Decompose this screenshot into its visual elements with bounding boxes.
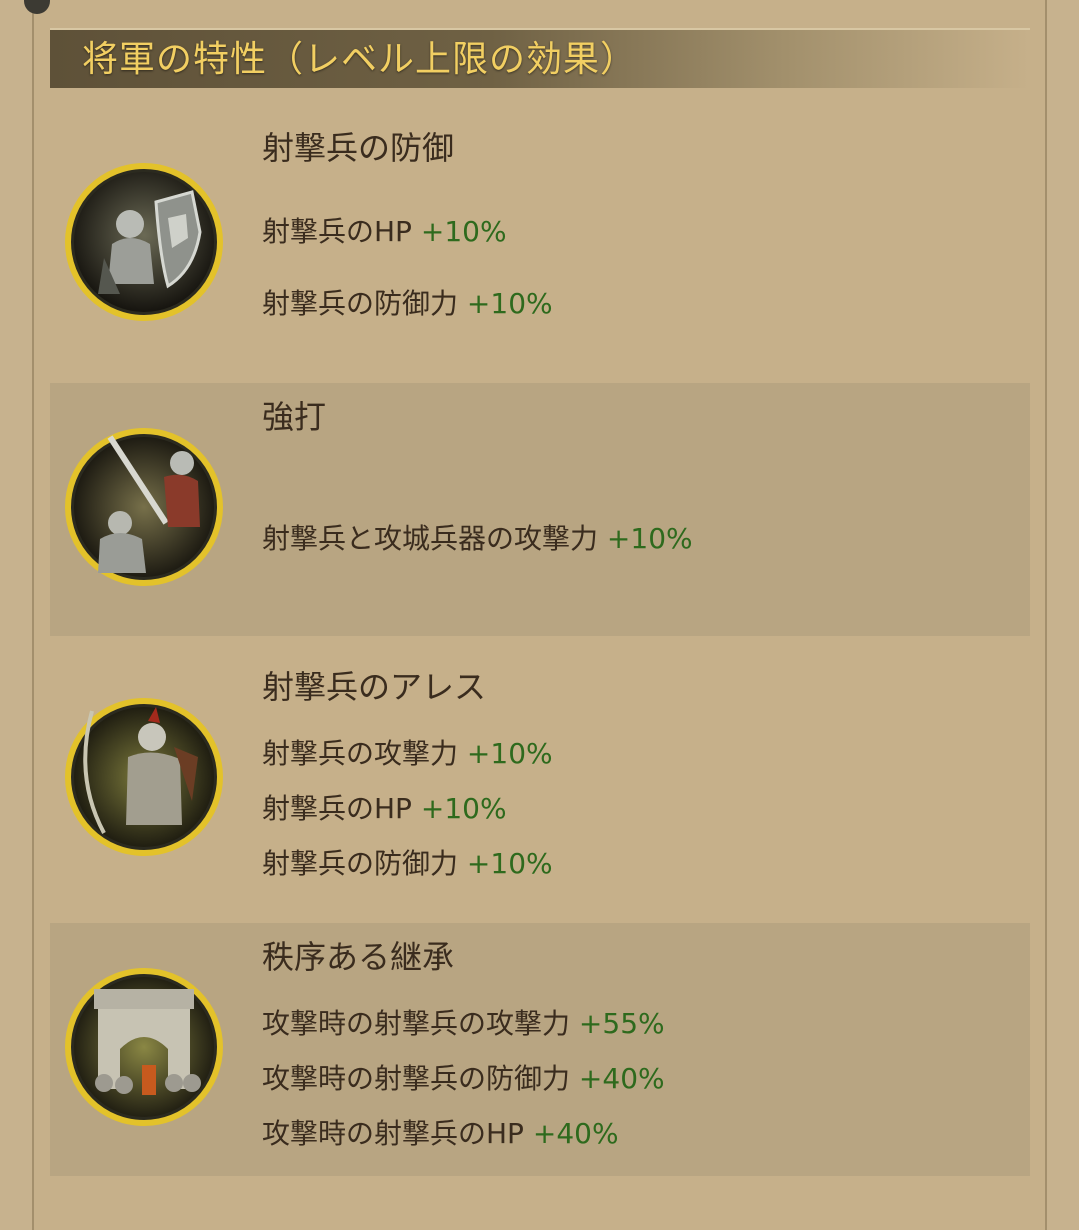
effect-label: 射撃兵のHP	[262, 792, 412, 825]
trait-name: 強打	[262, 398, 327, 436]
effect-bonus: +10%	[606, 522, 693, 555]
corner-ornament	[24, 0, 50, 14]
effect-bonus: +10%	[420, 215, 507, 248]
trait-name: 秩序ある継承	[262, 938, 455, 976]
effect-label: 射撃兵の防御力	[262, 847, 459, 880]
arch-monument-icon	[64, 967, 224, 1127]
trait-name: 射撃兵のアレス	[262, 668, 487, 706]
trait-row-4[interactable]: 秩序ある継承 攻撃時の射撃兵の攻撃力 +55% 攻撃時の射撃兵の防御力 +40%…	[50, 923, 1030, 1176]
trait-effect: 攻撃時の射撃兵のHP +40%	[262, 1116, 619, 1152]
trait-effect: 射撃兵のHP +10%	[262, 791, 507, 827]
effect-label: 攻撃時の射撃兵の攻撃力	[262, 1007, 571, 1040]
sword-knight-icon	[64, 427, 224, 587]
archer-knight-icon	[64, 697, 224, 857]
trait-row-2[interactable]: 強打 射撃兵と攻城兵器の攻撃力 +10%	[50, 383, 1030, 636]
trait-effect: 射撃兵の攻撃力 +10%	[262, 736, 553, 772]
effect-label: 射撃兵の攻撃力	[262, 737, 459, 770]
section-title: 将軍の特性（レベル上限の効果）	[82, 39, 638, 80]
shield-knight-icon	[64, 162, 224, 322]
trait-row-3[interactable]: 射撃兵のアレス 射撃兵の攻撃力 +10% 射撃兵のHP +10% 射撃兵の防御力…	[50, 653, 1030, 908]
effect-bonus: +55%	[578, 1007, 665, 1040]
trait-effect: 攻撃時の射撃兵の防御力 +40%	[262, 1061, 665, 1097]
effect-label: 射撃兵のHP	[262, 215, 412, 248]
effect-bonus: +40%	[578, 1062, 665, 1095]
trait-effect: 攻撃時の射撃兵の攻撃力 +55%	[262, 1006, 665, 1042]
effect-label: 射撃兵と攻城兵器の攻撃力	[262, 522, 599, 555]
effect-label: 射撃兵の防御力	[262, 287, 459, 320]
section-header: 将軍の特性（レベル上限の効果）	[50, 28, 1030, 88]
trait-name: 射撃兵の防御	[262, 129, 455, 167]
trait-effect: 射撃兵と攻城兵器の攻撃力 +10%	[262, 521, 693, 557]
effect-label: 攻撃時の射撃兵の防御力	[262, 1062, 571, 1095]
effect-bonus: +10%	[420, 792, 507, 825]
trait-effect: 射撃兵の防御力 +10%	[262, 846, 553, 882]
effect-bonus: +10%	[466, 287, 553, 320]
trait-effect: 射撃兵のHP +10%	[262, 214, 507, 250]
effect-label: 攻撃時の射撃兵のHP	[262, 1117, 524, 1150]
trait-row-1[interactable]: 射撃兵の防御 射撃兵のHP +10% 射撃兵の防御力 +10%	[50, 110, 1030, 365]
effect-bonus: +10%	[466, 737, 553, 770]
effect-bonus: +10%	[466, 847, 553, 880]
effect-bonus: +40%	[532, 1117, 619, 1150]
trait-effect: 射撃兵の防御力 +10%	[262, 286, 553, 322]
